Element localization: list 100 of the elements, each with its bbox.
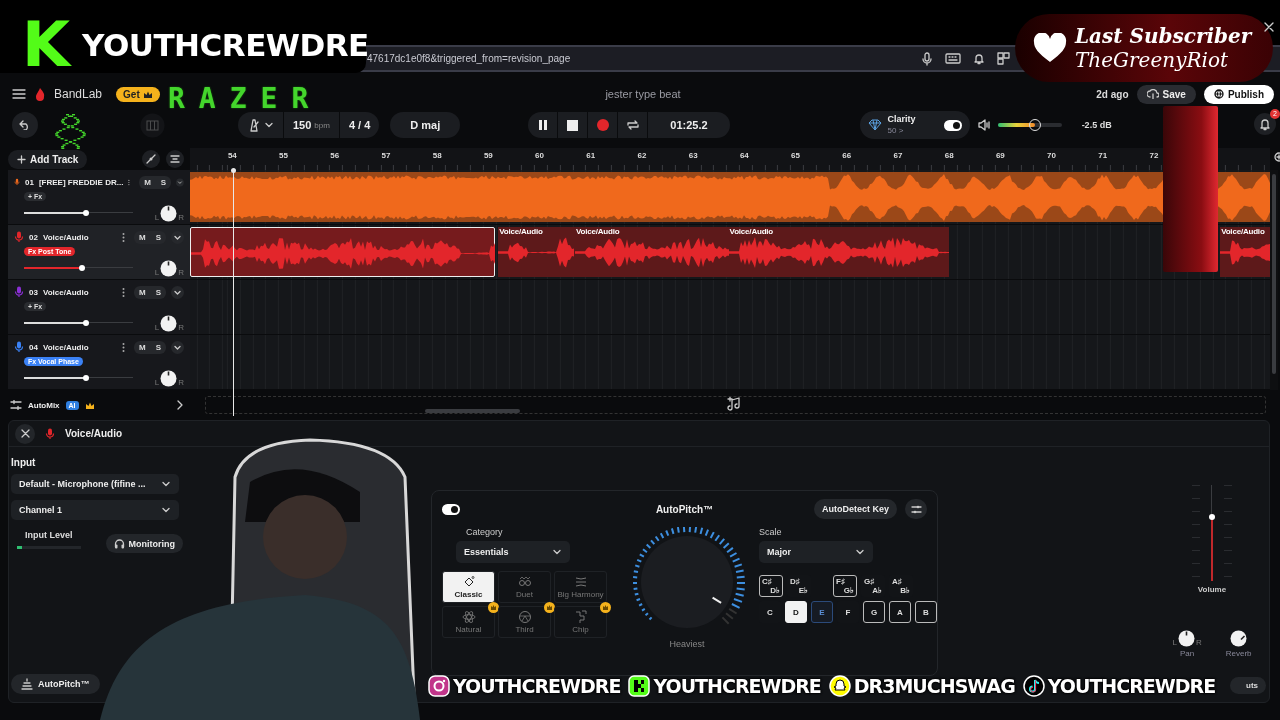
slider-thumb[interactable] (78, 265, 85, 271)
slider-thumb[interactable] (83, 210, 89, 216)
mute-button[interactable]: M (134, 230, 151, 244)
clarity-control[interactable]: Clarity 50 > (859, 111, 970, 139)
speaker-icon[interactable] (977, 119, 990, 131)
mute-button[interactable]: M (139, 175, 156, 189)
clip-label: Voice/Audio (729, 227, 774, 236)
key-button[interactable]: G♯ A♭ (861, 575, 885, 597)
clarity-toggle[interactable] (943, 119, 962, 131)
keyboard-icon[interactable] (945, 51, 961, 64)
solo-button[interactable]: S (150, 230, 166, 244)
chevron-right-icon[interactable] (176, 400, 184, 410)
sliders-icon (10, 400, 22, 410)
autodetect-key-button[interactable]: AutoDetect Key (814, 499, 897, 519)
monitoring-button[interactable]: Monitoring (105, 534, 183, 553)
audio-clip[interactable]: Voice/Audio (498, 227, 575, 277)
key-button[interactable]: F♯ G♭ (833, 575, 857, 597)
time-signature-field[interactable]: 4 / 4 (339, 112, 380, 138)
more-icon[interactable] (122, 341, 125, 353)
solo-button[interactable]: S (150, 340, 166, 354)
pan-knob[interactable] (1177, 630, 1195, 647)
key-button[interactable]: A (889, 601, 911, 623)
waves-icon (573, 575, 588, 589)
add-track-button[interactable]: Add Track (8, 149, 88, 169)
solo-button[interactable]: S (150, 285, 166, 299)
bar-number: 70 (1047, 151, 1056, 160)
key-button[interactable]: A♯ B♭ (889, 575, 913, 597)
track-number: 04 (29, 342, 38, 352)
menu-icon[interactable] (12, 88, 26, 100)
scrollbar-thumb[interactable] (1272, 174, 1276, 374)
key-button[interactable]: D (785, 601, 807, 623)
timeline-ruler[interactable]: 54 55 56 57 58 59 60 61 62 63 64 65 66 67 68 69 70 71 72 (190, 148, 1270, 170)
pan-knob[interactable] (160, 259, 178, 277)
track-lane[interactable]: Voice/Audio Voice/Audio Voice/Audio Voice/Audio (190, 225, 1270, 279)
more-icon[interactable] (122, 231, 125, 243)
settings-button[interactable] (905, 499, 927, 519)
add-audio-icon[interactable] (727, 397, 741, 411)
key-button[interactable]: G (863, 601, 885, 623)
autopitch-toggle[interactable] (442, 503, 460, 515)
volume-slider[interactable] (24, 375, 133, 381)
reverb-knob[interactable] (1230, 630, 1248, 647)
pan-knob[interactable] (160, 369, 178, 387)
align-icon[interactable] (166, 150, 184, 168)
microphone-icon[interactable] (921, 51, 933, 66)
diamond-icon (867, 119, 882, 131)
slider-thumb[interactable] (83, 375, 89, 381)
tempo-field[interactable]: 150 bpm (284, 112, 340, 138)
bar-number: 55 (279, 151, 288, 160)
solo-button[interactable]: S (155, 175, 172, 189)
get-button[interactable]: Get (116, 86, 160, 102)
shortcuts-button[interactable]: uts (1230, 677, 1266, 694)
record-icon (596, 119, 609, 131)
volume-slider[interactable] (24, 265, 133, 271)
master-volume-slider[interactable] (997, 120, 1062, 130)
grid-icon[interactable] (997, 51, 1010, 65)
preset-button[interactable]: Classic (442, 571, 495, 603)
key-button[interactable]: B (915, 601, 937, 623)
playhead[interactable] (231, 168, 236, 416)
preset-button[interactable]: Duet (498, 571, 551, 603)
fader-thumb[interactable] (1209, 513, 1215, 520)
publish-button[interactable]: Publish (1203, 84, 1274, 104)
audio-clip[interactable]: Voice/Audio (728, 227, 949, 277)
pan-left-label: L (154, 322, 160, 332)
channel-dropdown[interactable]: Channel 1 (11, 500, 179, 520)
scrollbar-thumb[interactable] (425, 409, 520, 413)
close-icon[interactable] (1264, 22, 1274, 32)
undo-icon (19, 120, 31, 130)
more-icon[interactable] (122, 286, 125, 298)
bell-icon[interactable] (973, 51, 985, 65)
volume-slider[interactable] (24, 210, 133, 216)
autopitch-button[interactable]: AutoPitch™ (11, 674, 100, 694)
pan-knob[interactable] (160, 204, 178, 222)
undo-button[interactable] (12, 112, 38, 138)
key-selector[interactable]: D maj (390, 112, 461, 138)
audio-clip[interactable] (190, 227, 495, 277)
key-button[interactable]: D♯ E♭ (787, 575, 811, 597)
key-button[interactable]: C♯ D♭ (759, 575, 783, 597)
bar-number: 67 (893, 151, 903, 160)
audio-clip[interactable]: Voice/Audio (575, 227, 729, 277)
key-button[interactable]: E (811, 601, 833, 623)
category-dropdown[interactable]: Essentials (456, 541, 570, 563)
bar-number: 59 (483, 151, 493, 160)
bell-icon[interactable] (1254, 113, 1276, 135)
music-note-icon (1022, 675, 1045, 697)
volume-slider[interactable] (24, 320, 133, 326)
mute-button[interactable]: M (134, 340, 151, 354)
chevron-down-icon (161, 479, 171, 489)
chevron-down-icon[interactable] (171, 340, 184, 354)
close-button[interactable] (15, 423, 35, 444)
input-device-dropdown[interactable]: Default - Microphone (fifine ... (11, 474, 179, 494)
mute-button[interactable]: M (134, 285, 151, 299)
chevron-down-icon[interactable] (171, 230, 184, 244)
preset-button[interactable]: Big Harmony (554, 571, 607, 603)
slider-thumb[interactable] (83, 320, 89, 326)
scale-dropdown[interactable]: Major (759, 541, 873, 563)
save-button[interactable]: Save (1136, 84, 1196, 104)
pan-knob[interactable] (160, 314, 178, 332)
chevron-down-icon[interactable] (171, 285, 184, 299)
automation-icon[interactable] (142, 150, 160, 168)
audio-clip[interactable]: Voice/Audio (1220, 227, 1270, 277)
